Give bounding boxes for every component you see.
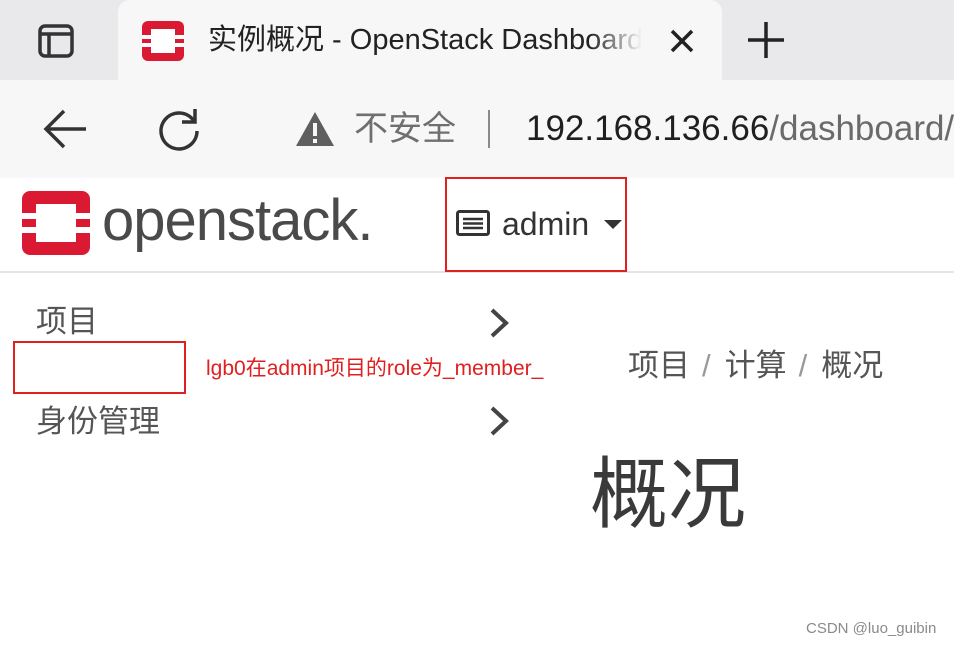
chevron-right-icon[interactable] [486,306,512,340]
tab-active[interactable]: 实例概况 - OpenStack Dashboard [118,0,722,80]
warning-icon[interactable] [294,110,336,148]
window-icon [38,24,74,58]
logo-dot: . [357,188,373,253]
page-title: 概况 [590,450,747,538]
sidebar-item-identity[interactable]: 身份管理 [36,400,160,444]
annotation-highlight-project-picker [445,177,627,272]
tab-overview-button[interactable] [36,22,76,60]
breadcrumb-item-current: 概况 [821,348,884,383]
browser-toolbar: 不安全 192.168.136.66/dashboard/ [0,80,954,179]
close-icon[interactable] [665,24,699,58]
url-field[interactable]: 192.168.136.66/dashboard/ [526,102,954,156]
openstack-logo-text[interactable]: openstack. [102,186,374,256]
chevron-right-icon[interactable] [486,404,512,438]
logo-word: openstack [102,188,358,253]
breadcrumb: 项目 / 计算 / 概况 [628,344,883,388]
url-host: 192.168.136.66 [526,109,770,148]
plus-icon[interactable] [744,20,788,60]
tab-title: 实例概况 - OpenStack Dashboard [208,24,642,56]
openstack-logo-icon[interactable] [22,191,90,255]
annotation-note: lgb0在admin项目的role为_member_ [206,357,544,380]
arrow-left-icon[interactable] [40,106,90,152]
breadcrumb-item[interactable]: 项目 [628,348,690,383]
sidebar-item-project[interactable]: 项目 [36,300,98,344]
security-label[interactable]: 不安全 [354,104,456,154]
breadcrumb-separator: / [798,348,808,383]
annotation-highlight-hidden-item [13,341,186,394]
browser-tab-strip: 实例概况 - OpenStack Dashboard [0,0,954,80]
openstack-logo-icon [142,21,184,61]
address-separator [488,110,490,148]
breadcrumb-separator: / [702,348,711,383]
reload-icon[interactable] [154,104,204,154]
url-path: /dashboard/ [769,109,954,148]
breadcrumb-item[interactable]: 计算 [725,348,787,383]
watermark: CSDN @luo_guibin [806,620,937,637]
